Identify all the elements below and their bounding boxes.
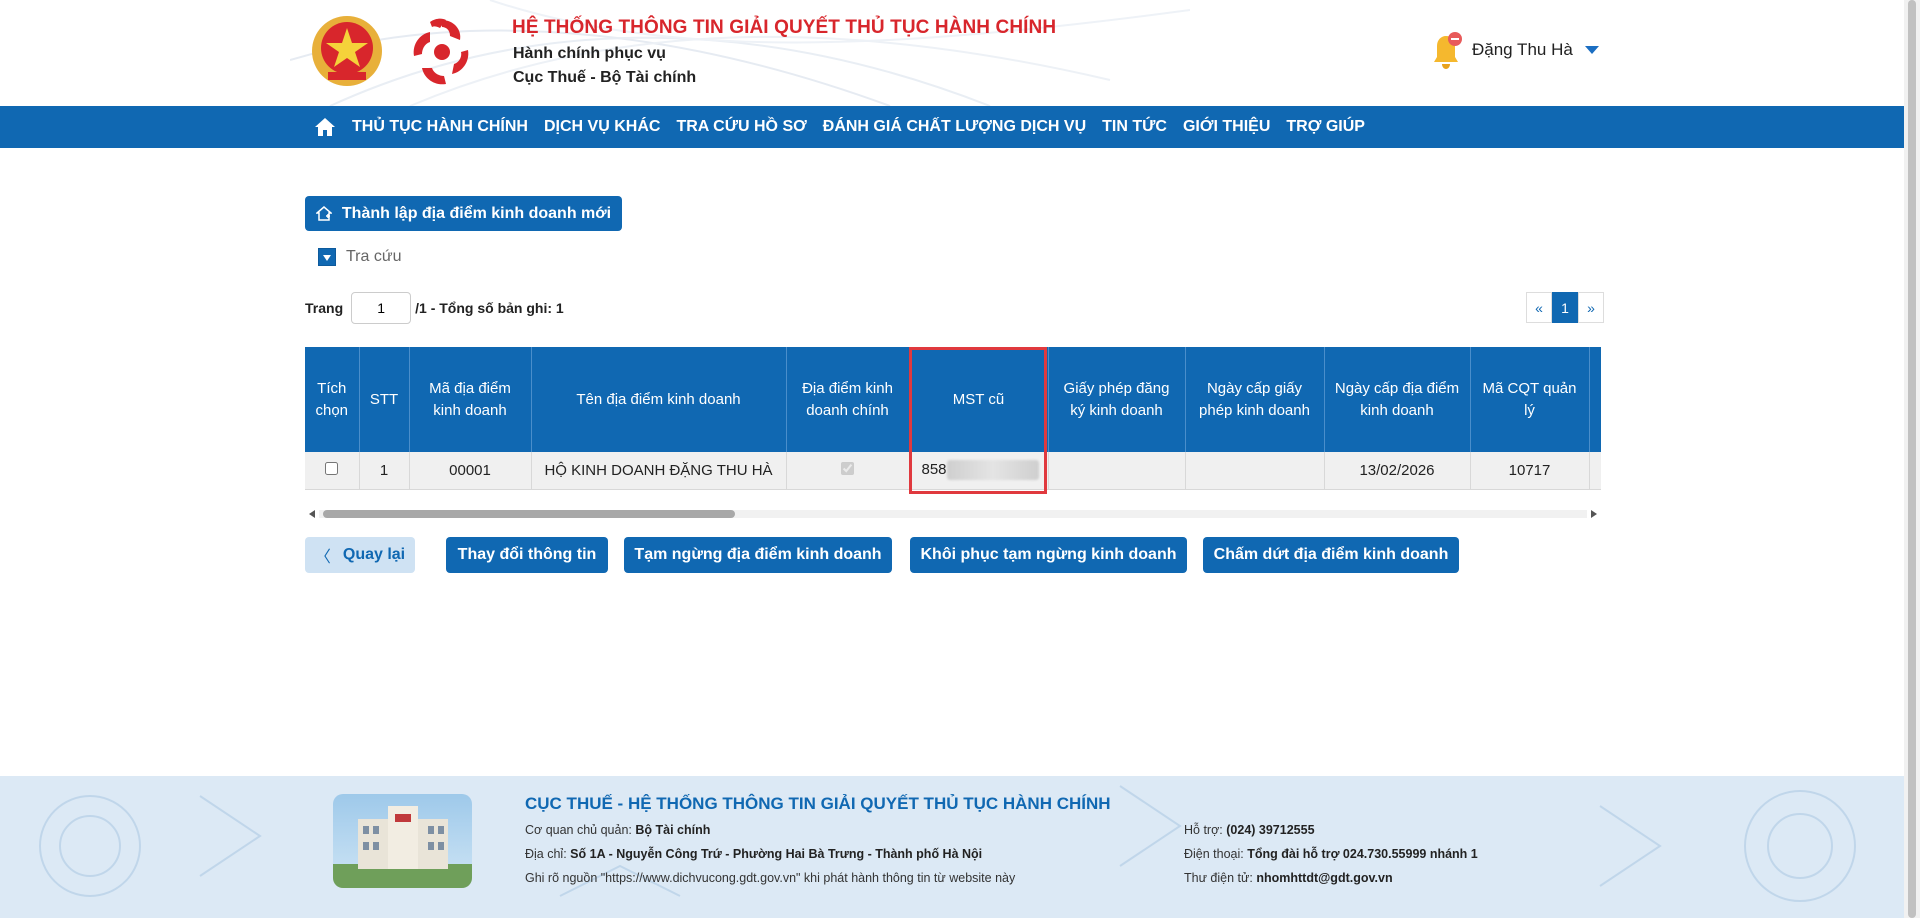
footer-agency-label: Cơ quan chủ quản: xyxy=(525,823,632,837)
footer-email-label: Thư điện tử: xyxy=(1184,871,1253,885)
redacted-mst xyxy=(946,460,1039,481)
page-scrollbar[interactable] xyxy=(1904,0,1920,918)
chevron-down-icon[interactable] xyxy=(1584,46,1599,54)
nav-items: THỦ TỤC HÀNH CHÍNH DỊCH VỤ KHÁC TRA CỨU … xyxy=(352,106,1381,148)
bell-icon[interactable] xyxy=(1428,30,1464,70)
locations-table: Tích chọn STT Mã địa điểm kinh doanh Tên… xyxy=(305,347,1601,490)
row-name: HỘ KINH DOANH ĐẶNG THU HÀ xyxy=(531,452,787,490)
nav-item-gioi-thieu[interactable]: GIỚI THIỆU xyxy=(1183,118,1270,136)
row-license xyxy=(1048,452,1186,490)
col-name: Tên địa điểm kinh doanh xyxy=(531,347,787,452)
row-select-checkbox[interactable] xyxy=(325,461,339,475)
row-stt: 1 xyxy=(359,452,410,490)
search-toggle[interactable]: Tra cứu xyxy=(318,248,401,266)
footer-phone-label: Điện thoại: xyxy=(1184,847,1244,861)
col-license-date: Ngày cấp giấy phép kinh doanh xyxy=(1185,347,1325,452)
new-location-button[interactable]: Thành lập địa điểm kinh doanh mới xyxy=(305,196,622,231)
current-page-button[interactable]: 1 xyxy=(1552,292,1578,323)
scroll-left-icon[interactable] xyxy=(309,510,315,518)
footer-agency-value: Bộ Tài chính xyxy=(635,823,711,837)
national-emblem xyxy=(312,16,382,86)
table-header-row: Tích chọn STT Mã địa điểm kinh doanh Tên… xyxy=(305,347,1601,452)
nav-item-tin-tuc[interactable]: TIN TỨC xyxy=(1102,118,1167,136)
row-license-date xyxy=(1185,452,1325,490)
footer-email-value[interactable]: nhomhttdt@gdt.gov.vn xyxy=(1256,871,1392,885)
page-scrollbar-thumb[interactable] xyxy=(1908,0,1916,918)
office-building-photo xyxy=(333,794,472,888)
col-old-mst: MST cũ xyxy=(909,347,1049,452)
user-name[interactable]: Đặng Thu Hà xyxy=(1472,40,1573,60)
user-menu[interactable]: Đặng Thu Hà xyxy=(1428,30,1599,70)
nav-item-thu-tuc[interactable]: THỦ TỤC HÀNH CHÍNH xyxy=(352,118,528,136)
pagination: « 1 » xyxy=(1526,292,1604,323)
add-home-icon xyxy=(315,205,332,221)
pager-info: Trang /1 - Tổng số bản ghi: 1 xyxy=(305,292,564,324)
table-hscrollbar[interactable] xyxy=(305,504,1601,524)
row-old-mst: 858 xyxy=(921,461,947,479)
home-icon[interactable] xyxy=(314,116,336,138)
col-select: Tích chọn xyxy=(305,347,360,452)
total-records: /1 - Tổng số bản ghi: 1 xyxy=(415,300,564,316)
tax-logo xyxy=(413,18,469,85)
col-location-date: Ngày cấp địa điểm kinh doanh xyxy=(1324,347,1471,452)
table-row[interactable]: 1 00001 HỘ KINH DOANH ĐẶNG THU HÀ 858 13… xyxy=(305,452,1601,490)
main-location-checkbox xyxy=(841,461,854,475)
change-info-button[interactable]: Thay đổi thông tin xyxy=(446,537,608,573)
new-location-label: Thành lập địa điểm kinh doanh mới xyxy=(341,204,612,222)
locations-table-wrapper: Tích chọn STT Mã địa điểm kinh doanh Tên… xyxy=(305,347,1601,490)
row-overflow xyxy=(1589,452,1601,490)
nav-item-dich-vu[interactable]: DỊCH VỤ KHÁC xyxy=(544,118,660,136)
back-button[interactable]: 〈 Quay lại xyxy=(305,537,415,573)
col-overflow xyxy=(1589,347,1601,452)
col-code: Mã địa điểm kinh doanh xyxy=(409,347,532,452)
prev-page-button[interactable]: « xyxy=(1526,292,1552,323)
footer-address: Địa chỉ: Số 1A - Nguyễn Công Trứ - Phườn… xyxy=(525,847,982,861)
footer-email: Thư điện tử: nhomhttdt@gdt.gov.vn xyxy=(1184,871,1393,885)
main-nav: THỦ TỤC HÀNH CHÍNH DỊCH VỤ KHÁC TRA CỨU … xyxy=(0,106,1904,148)
footer-source-note: Ghi rõ nguồn "https://www.dichvucong.gdt… xyxy=(525,871,1016,885)
row-location-date: 13/02/2026 xyxy=(1324,452,1471,490)
site-subtitle: Hành chính phục vụ xyxy=(513,45,666,62)
row-cqt-code: 10717 xyxy=(1470,452,1590,490)
row-old-mst-cell: 858 xyxy=(909,452,1049,490)
resume-business-button[interactable]: Khôi phục tạm ngừng kinh doanh xyxy=(910,537,1187,573)
site-footer: CỤC THUẾ - HỆ THỐNG THÔNG TIN GIẢI QUYẾT… xyxy=(0,776,1904,918)
col-license: Giấy phép đăng ký kinh doanh xyxy=(1048,347,1186,452)
row-main-location-cell xyxy=(786,452,910,490)
nav-item-tro-giup[interactable]: TRỢ GIÚP xyxy=(1286,118,1365,136)
footer-title: CỤC THUẾ - HỆ THỐNG THÔNG TIN GIẢI QUYẾT… xyxy=(525,794,1111,813)
footer-address-value: Số 1A - Nguyễn Công Trứ - Phường Hai Bà … xyxy=(570,847,983,861)
search-label[interactable]: Tra cứu xyxy=(346,248,401,266)
footer-support-value: (024) 39712555 xyxy=(1226,823,1315,837)
footer-phone: Điện thoại: Tổng đài hỗ trợ 024.730.5599… xyxy=(1184,847,1478,861)
col-cqt-code: Mã CQT quản lý xyxy=(1470,347,1590,452)
footer-support: Hỗ trợ: (024) 39712555 xyxy=(1184,823,1315,837)
back-label: Quay lại xyxy=(342,546,406,563)
row-select-cell xyxy=(305,452,360,490)
nav-item-danh-gia[interactable]: ĐÁNH GIÁ CHẤT LƯỢNG DỊCH VỤ xyxy=(823,118,1086,136)
page-number-input[interactable] xyxy=(351,292,412,324)
chevron-left-icon: 〈 xyxy=(314,549,331,566)
footer-address-label: Địa chỉ: xyxy=(525,847,567,861)
site-agency: Cục Thuế - Bộ Tài chính xyxy=(513,69,697,86)
footer-support-label: Hỗ trợ: xyxy=(1184,823,1223,837)
site-header: HỆ THỐNG THÔNG TIN GIẢI QUYẾT THỦ TỤC HÀ… xyxy=(0,0,1904,106)
footer-phone-value: Tổng đài hỗ trợ 024.730.55999 nhánh 1 xyxy=(1247,847,1478,861)
next-page-button[interactable]: » xyxy=(1578,292,1604,323)
footer-agency: Cơ quan chủ quản: Bộ Tài chính xyxy=(525,823,710,837)
building-image xyxy=(333,806,472,888)
col-main-location: Địa điểm kinh doanh chính xyxy=(786,347,910,452)
nav-item-tra-cuu[interactable]: TRA CỨU HỒ SƠ xyxy=(676,118,806,136)
col-stt: STT xyxy=(359,347,410,452)
row-code: 00001 xyxy=(409,452,532,490)
scroll-right-icon[interactable] xyxy=(1591,510,1597,518)
site-title: HỆ THỐNG THÔNG TIN GIẢI QUYẾT THỦ TỤC HÀ… xyxy=(512,17,1057,38)
terminate-location-button[interactable]: Chấm dứt địa điểm kinh doanh xyxy=(1203,537,1459,573)
hscroll-thumb[interactable] xyxy=(323,510,735,518)
caret-down-icon[interactable] xyxy=(318,248,336,266)
page-label: Trang xyxy=(305,300,344,316)
suspend-location-button[interactable]: Tạm ngừng địa điểm kinh doanh xyxy=(624,537,892,573)
